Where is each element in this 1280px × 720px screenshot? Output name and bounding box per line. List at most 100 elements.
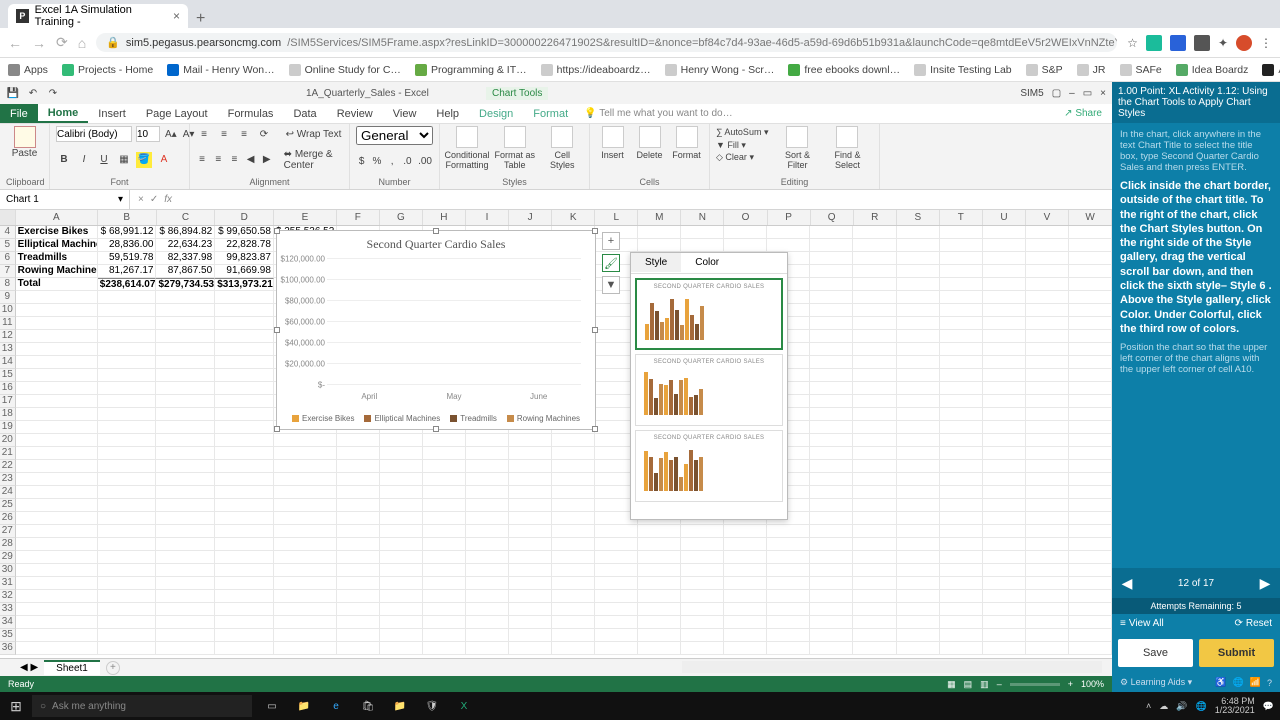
view-break-icon[interactable]: ▥: [980, 679, 989, 690]
extensions-icon[interactable]: ✦: [1218, 36, 1228, 50]
tab-design[interactable]: Design: [469, 104, 523, 123]
explorer-icon[interactable]: 📁: [294, 696, 314, 716]
bookmark-item[interactable]: JR: [1077, 64, 1106, 76]
currency-icon[interactable]: $: [356, 153, 367, 169]
align-center-icon[interactable]: ≡: [212, 152, 224, 168]
bookmark-item[interactable]: Online Study for C…: [289, 64, 401, 76]
chart-title[interactable]: Second Quarter Cardio Sales: [277, 231, 595, 254]
sort-filter-button[interactable]: Sort & Filter: [776, 126, 818, 170]
chart-styles-button[interactable]: 🖌: [602, 254, 620, 272]
profile-avatar[interactable]: [1236, 35, 1252, 51]
chart-filters-button[interactable]: ▼: [602, 276, 620, 294]
extension-icon[interactable]: [1146, 35, 1162, 51]
tab-insert[interactable]: Insert: [88, 104, 136, 123]
save-icon[interactable]: 💾: [6, 86, 20, 100]
number-format-select[interactable]: General: [356, 126, 433, 145]
merge-center-button[interactable]: ⬌ Merge & Center: [284, 149, 343, 171]
zoom-in-icon[interactable]: +: [1068, 679, 1073, 689]
edge-icon[interactable]: e: [326, 696, 346, 716]
tab-review[interactable]: Review: [327, 104, 383, 123]
save-button[interactable]: Save: [1118, 639, 1193, 667]
zoom-slider[interactable]: [1010, 683, 1060, 686]
orientation-icon[interactable]: ⟳: [256, 126, 272, 142]
align-right-icon[interactable]: ≡: [228, 152, 240, 168]
store-icon[interactable]: 🛍: [358, 696, 378, 716]
close-tab-icon[interactable]: ×: [173, 9, 180, 23]
sheet-tab[interactable]: Sheet1: [44, 660, 100, 675]
conditional-formatting-button[interactable]: Conditional Formatting: [446, 126, 488, 170]
indent-icon[interactable]: ▶: [261, 152, 273, 168]
gallery-tab-style[interactable]: Style: [631, 253, 681, 273]
view-page-icon[interactable]: ▤: [964, 679, 973, 690]
globe-icon[interactable]: 🌐: [1233, 677, 1244, 688]
cancel-icon[interactable]: ×: [138, 194, 144, 205]
outdent-icon[interactable]: ◀: [245, 152, 257, 168]
start-button[interactable]: ⊞: [0, 698, 32, 715]
zoom-out-icon[interactable]: –: [997, 679, 1002, 689]
bookmark-item[interactable]: Projects - Home: [62, 64, 153, 76]
forward-icon[interactable]: →: [32, 35, 46, 51]
align-bot-icon[interactable]: ≡: [236, 126, 252, 142]
new-sheet-button[interactable]: +: [106, 661, 120, 675]
cortana-search[interactable]: ○ Ask me anything: [32, 695, 252, 717]
select-all-button[interactable]: [0, 210, 16, 225]
gallery-tab-color[interactable]: Color: [681, 253, 733, 273]
tab-home[interactable]: Home: [38, 104, 89, 123]
style-option[interactable]: SECOND QUARTER CARDIO SALES: [635, 354, 783, 426]
underline-button[interactable]: U: [96, 152, 112, 168]
style-option[interactable]: SECOND QUARTER CARDIO SALES: [635, 430, 783, 502]
italic-button[interactable]: I: [76, 152, 92, 168]
bookmark-item[interactable]: S&P: [1026, 64, 1063, 76]
undo-icon[interactable]: ↶: [26, 86, 40, 100]
insert-cells-button[interactable]: Insert: [596, 126, 629, 160]
explorer2-icon[interactable]: 📁: [390, 696, 410, 716]
system-clock[interactable]: 6:48 PM1/23/2021: [1215, 697, 1255, 715]
redo-icon[interactable]: ↷: [46, 86, 60, 100]
column-header[interactable]: E: [274, 210, 337, 225]
tab-data[interactable]: Data: [283, 104, 326, 123]
chart-elements-button[interactable]: +: [602, 232, 620, 250]
column-header[interactable]: C: [157, 210, 216, 225]
format-as-table-button[interactable]: Format as Table: [494, 126, 536, 170]
inc-decimal-icon[interactable]: .0: [402, 153, 413, 169]
tab-format[interactable]: Format: [523, 104, 578, 123]
ribbon-options-icon[interactable]: ▢: [1052, 88, 1061, 99]
excel-app-icon[interactable]: X: [454, 696, 474, 716]
home-icon[interactable]: ⌂: [78, 35, 86, 51]
prev-step-button[interactable]: ◀: [1112, 575, 1142, 592]
back-icon[interactable]: ←: [8, 35, 22, 51]
tab-formulas[interactable]: Formulas: [218, 104, 284, 123]
percent-icon[interactable]: %: [371, 153, 382, 169]
tab-help[interactable]: Help: [426, 104, 469, 123]
extension-icon[interactable]: [1194, 35, 1210, 51]
find-select-button[interactable]: Find & Select: [826, 126, 868, 170]
reload-icon[interactable]: ⟳: [56, 34, 68, 51]
bookmark-item[interactable]: Mail - Henry Won…: [167, 64, 274, 76]
accessibility-icon[interactable]: ♿: [1215, 677, 1226, 688]
view-normal-icon[interactable]: ▦: [947, 679, 956, 690]
tray-chevron-icon[interactable]: ˄: [1146, 701, 1151, 711]
bookmark-item[interactable]: Idea Boardz: [1176, 64, 1249, 76]
close-icon[interactable]: ×: [1100, 88, 1106, 99]
embedded-chart[interactable]: Second Quarter Cardio Sales $-$20,000.00…: [276, 230, 596, 430]
address-bar[interactable]: 🔒 sim5.pegasus.pearsoncmg.com /SIM5Servi…: [96, 33, 1117, 52]
bookmark-item[interactable]: free ebooks downl…: [788, 64, 900, 76]
bookmark-item[interactable]: SAFe: [1120, 64, 1162, 76]
align-mid-icon[interactable]: ≡: [216, 126, 232, 142]
wrap-text-button[interactable]: ↩ Wrap Text: [286, 129, 342, 140]
help-icon[interactable]: ?: [1267, 678, 1272, 688]
bookmark-item[interactable]: Henry Wong - Scr…: [665, 64, 775, 76]
font-size-select[interactable]: [136, 126, 160, 142]
network-icon[interactable]: 🌐: [1196, 701, 1207, 712]
style-option[interactable]: SECOND QUARTER CARDIO SALES: [635, 278, 783, 350]
zoom-level[interactable]: 100%: [1081, 679, 1104, 689]
apps-shortcut[interactable]: Apps: [8, 64, 48, 76]
align-left-icon[interactable]: ≡: [196, 152, 208, 168]
maximize-icon[interactable]: ▭: [1083, 88, 1092, 99]
tab-file[interactable]: File: [0, 104, 38, 123]
dec-decimal-icon[interactable]: .00: [417, 153, 433, 169]
delete-cells-button[interactable]: Delete: [633, 126, 666, 160]
volume-icon[interactable]: 🔊: [1176, 701, 1187, 712]
task-view-icon[interactable]: ▭: [262, 696, 282, 716]
tell-me-search[interactable]: 💡 Tell me what you want to do…: [584, 108, 732, 119]
